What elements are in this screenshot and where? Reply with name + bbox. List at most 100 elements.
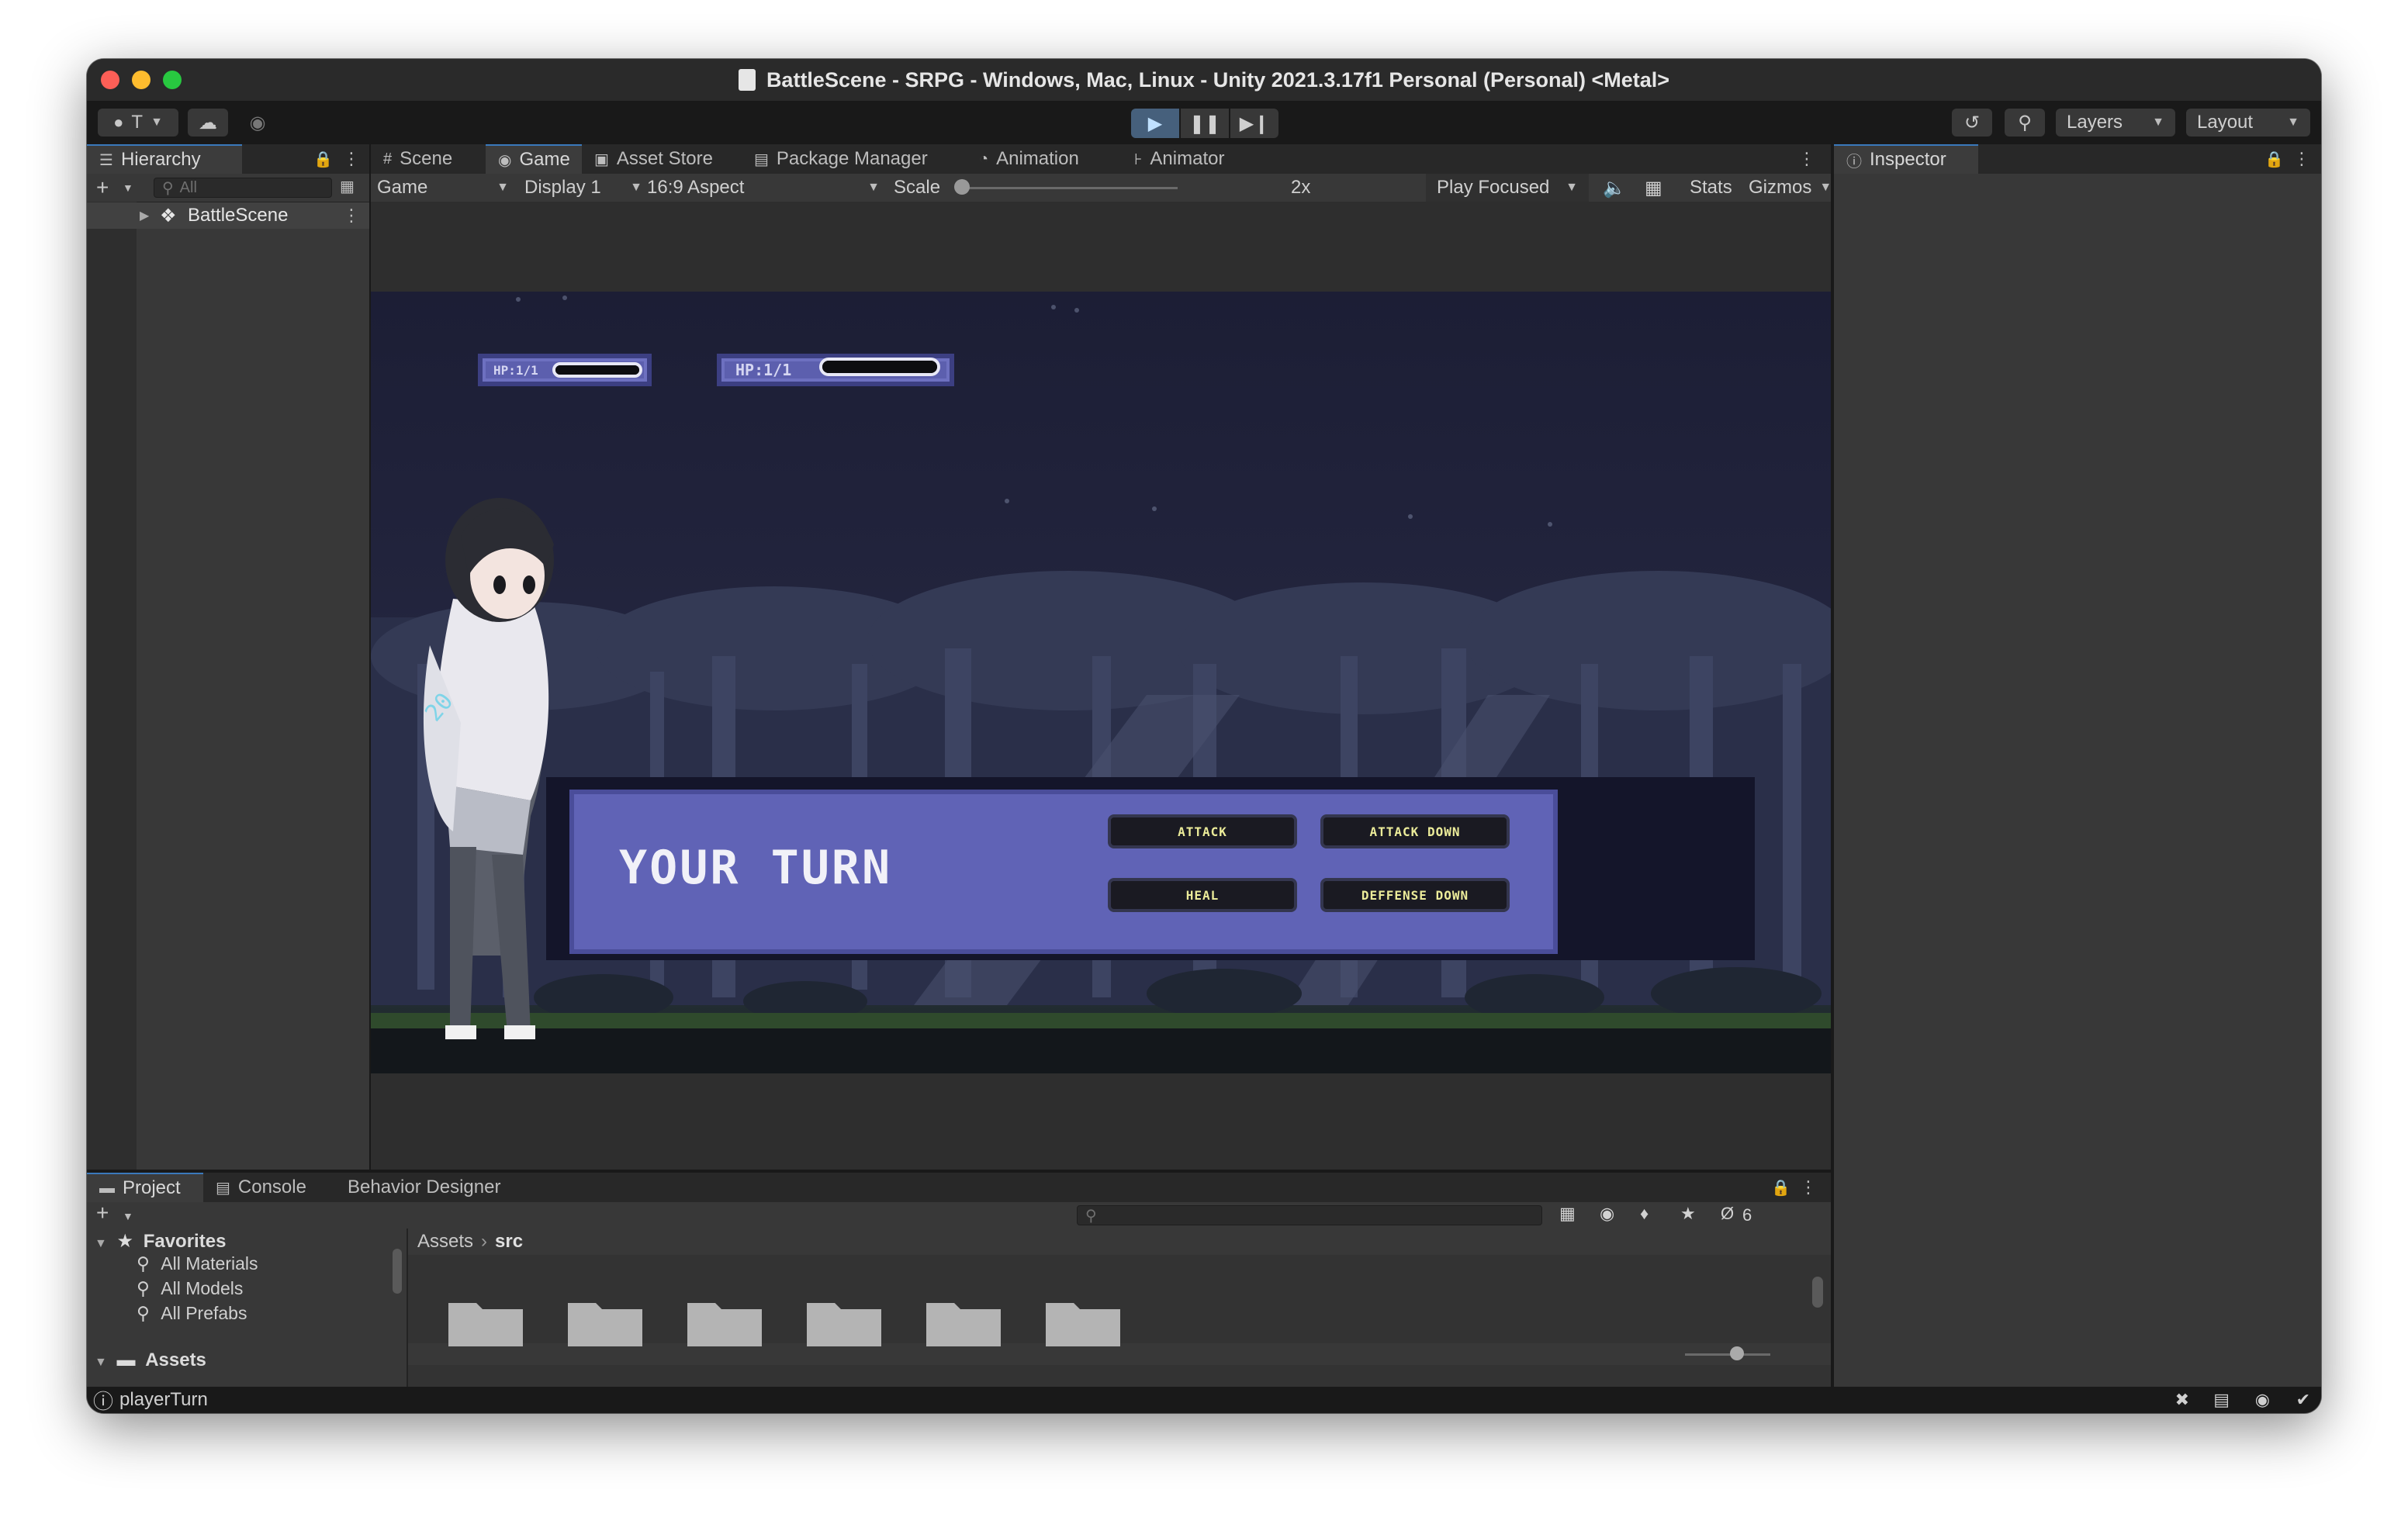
folder-icon[interactable] (1046, 1297, 1120, 1346)
attack-down-button[interactable]: ATTACK DOWN (1320, 814, 1510, 848)
breadcrumb-current[interactable]: src (495, 1231, 523, 1253)
search-filter-icon[interactable]: ▦ (340, 177, 355, 196)
layout-dropdown[interactable]: Layout ▼ (2186, 109, 2310, 137)
tab-console[interactable]: ▤ Console (203, 1173, 335, 1202)
unity-editor-window: BattleScene - SRPG - Windows, Mac, Linux… (87, 59, 2321, 1413)
tab-label: Scene (400, 148, 453, 169)
check-icon[interactable]: ✔ (2296, 1390, 2310, 1410)
slider-thumb[interactable] (954, 179, 970, 195)
tab-game[interactable]: ◉ Game (486, 144, 582, 174)
cache-server-icon[interactable]: ▤ (2213, 1390, 2230, 1410)
favorites-header[interactable]: ▼ ★ Favorites (95, 1230, 226, 1253)
search-icon: ⚲ (162, 179, 174, 197)
search-icon: ⚲ (137, 1303, 150, 1323)
scrollbar-thumb[interactable] (1812, 1277, 1823, 1308)
content-scrollbar[interactable] (1812, 1260, 1823, 1337)
undo-history-button[interactable]: ↺ (1952, 109, 1992, 137)
info-icon: ⓘ (93, 1389, 114, 1413)
step-button[interactable]: ▶❙ (1230, 109, 1278, 138)
tab-package-manager[interactable]: ▤ Package Manager (742, 144, 967, 174)
window-title: BattleScene - SRPG - Windows, Mac, Linux… (766, 67, 1670, 92)
unity-scene-icon: ❖ (160, 205, 177, 226)
lock-icon[interactable]: 🔒 (2264, 150, 2284, 169)
hidden-packages-icon[interactable]: Ø (1721, 1204, 1734, 1224)
search-button[interactable]: ⚲ (2005, 109, 2045, 137)
tab-scene[interactable]: # Scene (371, 144, 486, 174)
hierarchy-gutter (87, 202, 137, 1170)
shopping-bag-icon: ▣ (594, 150, 609, 168)
filter-by-label-icon[interactable]: ♦ (1640, 1204, 1649, 1224)
scale-slider[interactable] (954, 174, 1178, 202)
debug-icon[interactable]: ✖ (2175, 1390, 2189, 1410)
attack-button[interactable]: ATTACK (1108, 814, 1297, 848)
folder-icon[interactable] (926, 1297, 1001, 1346)
more-options-icon[interactable]: ⋮ (1798, 149, 1815, 169)
more-options-icon[interactable]: ⋮ (343, 206, 360, 226)
view-mode-dropdown[interactable]: Game ▼ (377, 174, 509, 202)
search-filter-icon[interactable]: ▦ (1559, 1204, 1576, 1224)
defense-down-button[interactable]: DEFFENSE DOWN (1320, 878, 1510, 912)
search-icon: ⚲ (137, 1253, 150, 1274)
tree-scrollbar[interactable] (393, 1249, 402, 1294)
close-window-button[interactable] (101, 71, 119, 89)
mute-audio-button[interactable]: 🔈 (1603, 174, 1626, 202)
tab-asset-store[interactable]: ▣ Asset Store (582, 144, 742, 174)
keyboard-icon: ▦ (1645, 177, 1662, 199)
pause-button[interactable]: ❚❚ (1181, 109, 1229, 138)
favorite-item[interactable]: ⚲ All Models (137, 1278, 243, 1299)
display-dropdown[interactable]: Display 1 ▼ (524, 174, 642, 202)
maximize-window-button[interactable] (163, 71, 182, 89)
hierarchy-scene-row[interactable]: ▶ ❖ BattleScene ⋮ (87, 202, 369, 229)
aspect-dropdown[interactable]: 16:9 Aspect ▼ (647, 174, 880, 202)
tab-animation[interactable]: ◔ Animation (967, 144, 1122, 174)
project-search-input[interactable]: ⚲ (1077, 1205, 1542, 1225)
chevron-down-icon[interactable]: ▼ (123, 1210, 133, 1222)
icon-size-slider-thumb[interactable] (1730, 1346, 1744, 1360)
play-button[interactable]: ▶ (1131, 109, 1179, 138)
create-asset-button[interactable]: + (96, 1201, 109, 1225)
favorite-item[interactable]: ⚲ All Materials (137, 1253, 258, 1274)
more-options-icon[interactable]: ⋮ (343, 149, 360, 169)
layers-dropdown[interactable]: Layers ▼ (2056, 109, 2175, 137)
lock-icon[interactable]: 🔒 (1771, 1178, 1790, 1197)
hp-text-enemy: HP:1/1 (735, 361, 792, 379)
cloud-button[interactable]: ☁ (188, 109, 228, 137)
chevron-down-icon[interactable]: ▼ (123, 181, 133, 194)
tab-project[interactable]: ▬ Project (87, 1173, 203, 1202)
status-message[interactable]: playerTurn (119, 1389, 208, 1411)
more-options-icon[interactable]: ⋮ (2293, 149, 2310, 169)
pause-icon: ❚❚ (1188, 112, 1221, 134)
folder-icon[interactable] (568, 1297, 642, 1346)
favorite-item[interactable]: ⚲ All Prefabs (137, 1303, 247, 1324)
filter-by-type-icon[interactable]: ◉ (1600, 1204, 1614, 1224)
account-dropdown[interactable]: ● T ▼ (98, 109, 178, 137)
layout-label: Layout (2197, 112, 2254, 133)
game-canvas[interactable]: 20 HP:1/1 HP:1/1 YOUR TURN ATTACK ATTACK… (371, 292, 1831, 1073)
heal-button[interactable]: HEAL (1108, 878, 1297, 912)
breadcrumb-root[interactable]: Assets (417, 1231, 473, 1253)
play-focus-dropdown[interactable]: Play Focused ▼ (1426, 174, 1589, 202)
hierarchy-search-input[interactable]: ⚲ All (154, 178, 332, 198)
tab-label: Console (237, 1177, 306, 1197)
more-options-icon[interactable]: ⋮ (1800, 1177, 1817, 1197)
assets-header[interactable]: ▼ ▬ Assets (95, 1350, 206, 1371)
expand-arrow-icon[interactable]: ▶ (140, 208, 149, 223)
tab-behavior-designer[interactable]: Behavior Designer (335, 1173, 521, 1202)
add-object-button[interactable]: + (96, 175, 109, 200)
hp-bar-fill (822, 361, 937, 373)
stats-button[interactable]: Stats (1690, 174, 1732, 202)
folder-icon[interactable] (448, 1297, 523, 1346)
keyboard-shortcuts-button[interactable]: ▦ (1645, 174, 1662, 202)
star-icon: ★ (116, 1231, 134, 1252)
minimize-window-button[interactable] (132, 71, 150, 89)
tab-inspector[interactable]: ⓘ Inspector (1834, 144, 1978, 174)
folder-icon[interactable] (687, 1297, 762, 1346)
favorite-star-icon[interactable]: ★ (1680, 1204, 1696, 1224)
tab-hierarchy[interactable]: ☰ Hierarchy (87, 144, 242, 174)
folder-icon[interactable] (807, 1297, 881, 1346)
tab-animator[interactable]: ⊦ Animator (1122, 144, 1261, 174)
collab-button[interactable]: ◉ (237, 109, 278, 137)
auto-generate-lighting-icon[interactable]: ◉ (2255, 1390, 2270, 1410)
lock-icon[interactable]: 🔒 (313, 150, 333, 169)
gizmos-dropdown[interactable]: Gizmos ▼ (1749, 174, 1832, 202)
